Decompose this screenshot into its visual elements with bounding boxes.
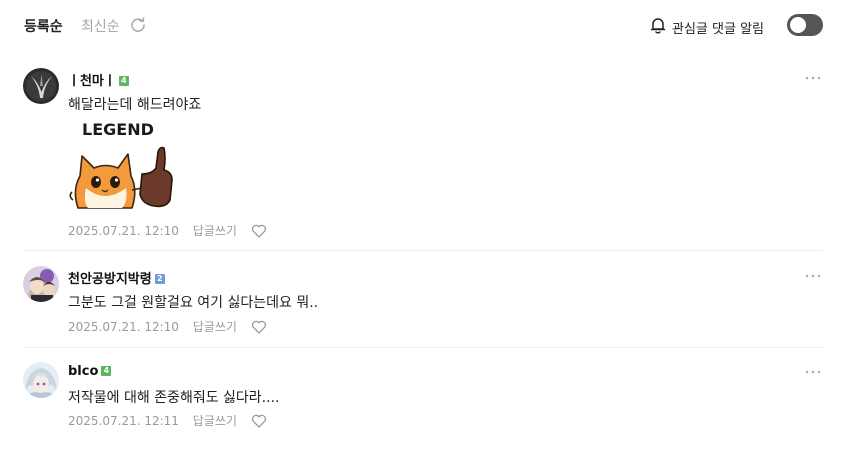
nickname-text[interactable]: ㅣ천마ㅣ xyxy=(68,74,116,89)
more-options-icon[interactable] xyxy=(805,370,821,374)
heart-icon[interactable] xyxy=(251,224,267,238)
comment-text: 저작물에 대해 존중해줘도 싫다라.... xyxy=(68,390,280,406)
comment-meta: 2025.07.21. 12:10 답글쓰기 xyxy=(68,318,267,335)
comment-meta: 2025.07.21. 12:10 답글쓰기 xyxy=(68,222,267,239)
comment-nickname[interactable]: ㅣ천마ㅣ 4 xyxy=(68,70,129,89)
comment-text: 해달라는데 해드려야죠 xyxy=(68,97,202,113)
level-badge: 4 xyxy=(118,75,129,86)
more-options-icon[interactable] xyxy=(805,76,821,80)
more-options-icon[interactable] xyxy=(805,274,821,278)
toggle-knob xyxy=(790,17,806,33)
watch-notify-toggle[interactable] xyxy=(787,14,823,36)
comment-divider xyxy=(23,250,823,251)
nickname-text[interactable]: 천안공방지박령 xyxy=(68,272,152,287)
heart-icon[interactable] xyxy=(251,320,267,334)
sort-latest-button[interactable]: 최신순 xyxy=(81,16,120,36)
sticker-caption: LEGEND xyxy=(82,120,154,139)
level-badge: 4 xyxy=(101,365,112,376)
comment-date: 2025.07.21. 12:11 xyxy=(68,414,179,428)
comment-date: 2025.07.21. 12:10 xyxy=(68,320,179,334)
watch-comment-notify-label: 관심글 댓글 알림 xyxy=(672,22,764,37)
comment-sort-bar: 등록순 최신순 관심글 댓글 알림 xyxy=(0,0,845,50)
comment-divider xyxy=(23,347,823,348)
legend-sticker-image: LEGEND xyxy=(69,120,173,209)
comment-nickname[interactable]: blco 4 xyxy=(68,364,112,379)
heart-icon[interactable] xyxy=(251,414,267,428)
reply-button[interactable]: 답글쓰기 xyxy=(193,414,237,428)
refresh-icon[interactable] xyxy=(129,16,147,34)
avatar[interactable] xyxy=(23,68,59,104)
comment-meta: 2025.07.21. 12:11 답글쓰기 xyxy=(68,412,267,429)
bell-icon xyxy=(650,18,666,34)
avatar[interactable] xyxy=(23,266,59,302)
reply-button[interactable]: 답글쓰기 xyxy=(193,320,237,334)
comment-date: 2025.07.21. 12:10 xyxy=(68,224,179,238)
sort-registered-button[interactable]: 등록순 xyxy=(24,16,63,36)
comment-text: 그분도 그걸 원할걸요 여기 싫다는데요 뭐.. xyxy=(68,295,319,311)
comment-nickname[interactable]: 천안공방지박령 2 xyxy=(68,268,165,287)
reply-button[interactable]: 답글쓰기 xyxy=(193,224,237,238)
nickname-text[interactable]: blco xyxy=(68,364,98,379)
avatar[interactable] xyxy=(23,362,59,398)
level-badge: 2 xyxy=(154,273,165,284)
